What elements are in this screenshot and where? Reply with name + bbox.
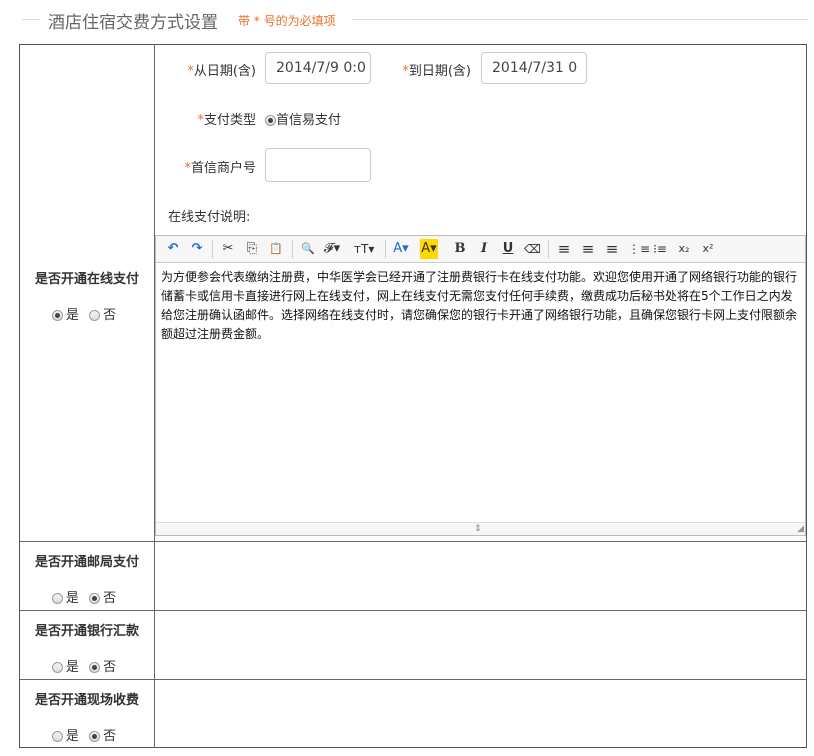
- mail-payment-label: 是否开通邮局支付: [34, 555, 139, 570]
- online-desc-label: 在线支付说明:: [168, 210, 251, 225]
- bold-icon[interactable]: B: [452, 239, 468, 259]
- merchant-no-label: *首信商户号: [184, 161, 256, 176]
- font-family-icon[interactable]: 𝓕▾: [324, 239, 340, 259]
- toolbar-separator: [292, 240, 293, 258]
- editor-statusbar: ⇕ ◢: [156, 522, 805, 535]
- online-no-radio[interactable]: [89, 310, 101, 321]
- toolbar-separator: [212, 240, 213, 258]
- mail-no-radio[interactable]: [89, 593, 101, 604]
- row-divider: [19, 679, 807, 680]
- header-divider-left: [22, 19, 40, 20]
- section-title: 酒店住宿交费方式设置: [48, 13, 218, 33]
- header-divider-right: [352, 19, 808, 20]
- to-date-label: *到日期(含): [402, 64, 471, 79]
- align-center-icon[interactable]: ≡: [580, 239, 596, 259]
- onsite-yes-radio[interactable]: [51, 731, 63, 742]
- align-left-icon[interactable]: ≡: [556, 239, 572, 259]
- required-hint: 带 * 号的为必填项: [238, 14, 336, 28]
- to-date-input[interactable]: 2014/7/31 0: [481, 52, 587, 84]
- onsite-payment-radios: 是 否: [20, 725, 154, 744]
- row-divider: [19, 541, 807, 542]
- italic-icon[interactable]: I: [476, 239, 492, 259]
- eraser-icon[interactable]: ⌫: [524, 239, 541, 259]
- unordered-list-icon[interactable]: ⁝≡: [652, 239, 668, 259]
- mail-no-label: 否: [103, 591, 117, 606]
- font-size-icon[interactable]: тT▾: [354, 239, 374, 259]
- find-icon[interactable]: 🔍: [300, 239, 316, 259]
- online-payment-radios: 是 否: [20, 304, 154, 323]
- bank-transfer-label: 是否开通银行汇款: [34, 624, 139, 639]
- from-date-input[interactable]: 2014/7/9 0:0: [265, 52, 371, 84]
- onsite-no-radio[interactable]: [89, 731, 101, 742]
- toolbar-separator: [385, 240, 386, 258]
- underline-icon[interactable]: U: [500, 239, 516, 259]
- bank-no-radio[interactable]: [89, 662, 101, 673]
- subscript-icon[interactable]: x₂: [676, 239, 692, 259]
- pay-type-option-label: 首信易支付: [276, 113, 342, 128]
- pay-type-option: 首信易支付: [265, 109, 341, 128]
- row-divider: [19, 610, 807, 611]
- bank-yes-label: 是: [65, 660, 79, 675]
- section-header: 酒店住宿交费方式设置 带 * 号的为必填项: [0, 0, 814, 40]
- online-desc-editor[interactable]: ↶ ↷ ✂ ⎘ 📋 🔍 𝓕▾ тT▾ A▾ A▾ B I U ⌫ ≡ ≡ ≡ ⋮…: [155, 235, 806, 536]
- onsite-payment-label: 是否开通现场收费: [34, 693, 139, 708]
- superscript-icon[interactable]: x²: [700, 239, 716, 259]
- online-yes-label: 是: [65, 308, 79, 323]
- undo-icon[interactable]: ↶: [165, 239, 181, 259]
- bank-transfer-radios: 是 否: [20, 656, 154, 675]
- bank-yes-radio[interactable]: [51, 662, 63, 673]
- redo-icon[interactable]: ↷: [189, 239, 205, 259]
- align-right-icon[interactable]: ≡: [604, 239, 620, 259]
- online-no-label: 否: [103, 308, 117, 323]
- mail-payment-radios: 是 否: [20, 587, 154, 606]
- mail-yes-label: 是: [65, 591, 79, 606]
- toolbar-separator: [548, 240, 549, 258]
- copy-icon[interactable]: ⎘: [244, 239, 260, 259]
- ordered-list-icon[interactable]: ⋮≡: [628, 239, 650, 259]
- editor-content[interactable]: 为方便参会代表缴纳注册费，中华医学会已经开通了注册费银行卡在线支付功能。欢迎您使…: [161, 268, 799, 344]
- font-color-icon[interactable]: A▾: [393, 239, 409, 259]
- editor-toolbar: ↶ ↷ ✂ ⎘ 📋 🔍 𝓕▾ тT▾ A▾ A▾ B I U ⌫ ≡ ≡ ≡ ⋮…: [156, 236, 805, 263]
- from-date-label: *从日期(含): [187, 64, 256, 79]
- online-yes-radio[interactable]: [51, 310, 63, 321]
- cut-icon[interactable]: ✂: [220, 239, 236, 259]
- onsite-yes-label: 是: [65, 729, 79, 744]
- pay-type-label: *支付类型: [197, 113, 256, 128]
- highlight-color-icon[interactable]: A▾: [420, 239, 438, 259]
- mail-yes-radio[interactable]: [51, 593, 63, 604]
- bank-no-label: 否: [103, 660, 117, 675]
- online-payment-label: 是否开通在线支付: [34, 272, 139, 287]
- shouxin-pay-radio[interactable]: [265, 115, 276, 126]
- drag-handle-icon[interactable]: ⇕: [474, 524, 482, 534]
- resize-corner-icon[interactable]: ◢: [797, 525, 804, 534]
- paste-icon[interactable]: 📋: [268, 239, 284, 259]
- onsite-no-label: 否: [103, 729, 117, 744]
- merchant-no-input[interactable]: [265, 148, 371, 182]
